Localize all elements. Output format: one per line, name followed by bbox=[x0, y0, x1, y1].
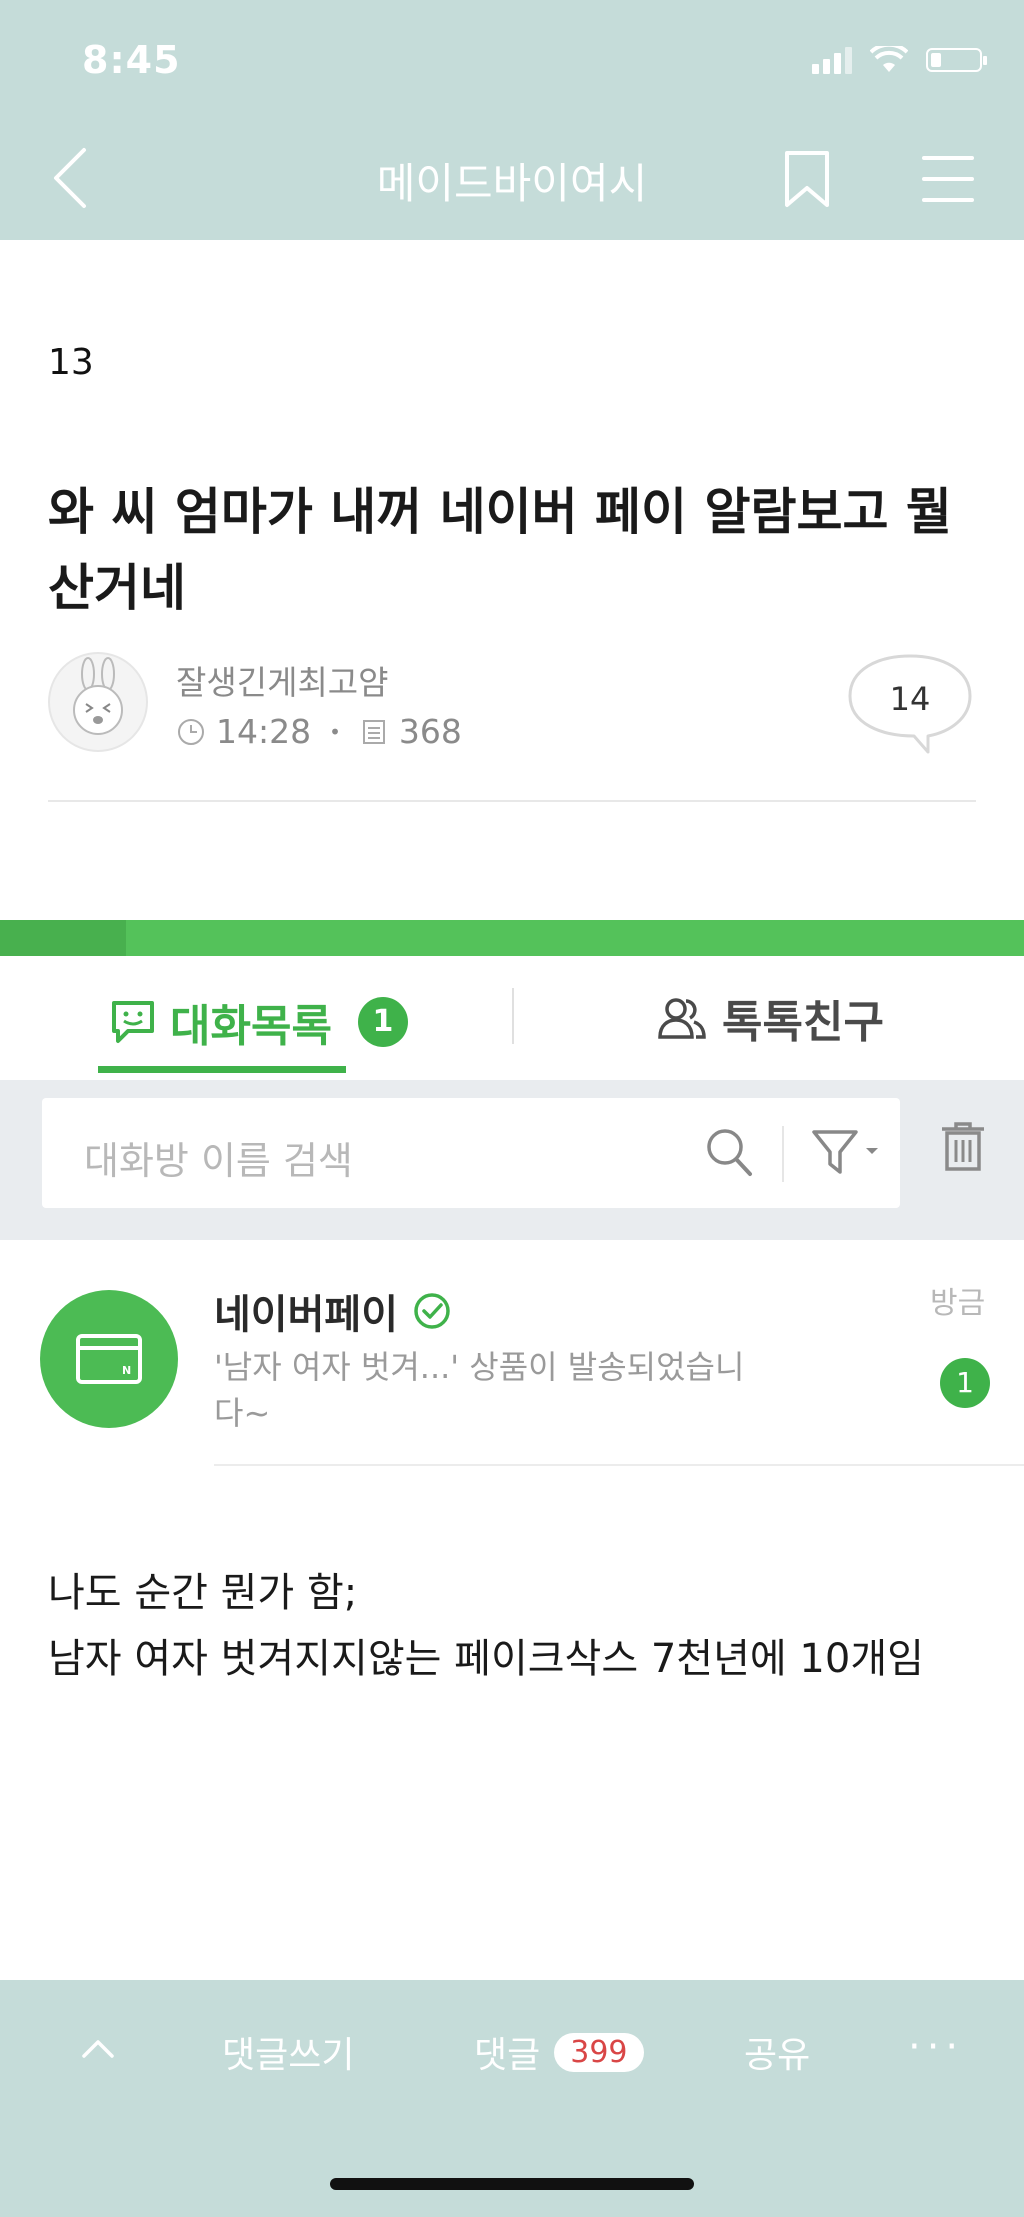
friends-icon bbox=[658, 998, 706, 1039]
search-icon bbox=[707, 1129, 752, 1176]
naverpay-avatar: N bbox=[40, 1290, 178, 1428]
chevron-up-icon[interactable] bbox=[78, 2032, 118, 2062]
comment-count-bubble[interactable]: 14 bbox=[846, 680, 974, 718]
author-name[interactable]: 잘생긴게최고얌 bbox=[176, 656, 389, 704]
home-indicator[interactable] bbox=[330, 2178, 694, 2190]
rabbit-avatar-icon bbox=[73, 657, 123, 735]
card-icon: N bbox=[76, 1334, 142, 1384]
comments-button[interactable]: 댓글 399 bbox=[474, 2026, 644, 2078]
post-number: 13 bbox=[48, 342, 94, 383]
search-placeholder: 대화방 이름 검색 bbox=[84, 1139, 353, 1183]
status-time: 8:45 bbox=[82, 38, 181, 82]
author-avatar[interactable] bbox=[48, 652, 148, 752]
search-separator bbox=[782, 1126, 784, 1182]
chat-name-label: 네이버페이 bbox=[214, 1292, 398, 1338]
verified-icon bbox=[414, 1293, 450, 1329]
chat-search-box: 대화방 이름 검색 bbox=[42, 1098, 900, 1208]
comments-count-badge: 399 bbox=[554, 2032, 644, 2072]
wifi-icon bbox=[870, 46, 908, 72]
document-icon bbox=[362, 719, 385, 744]
status-icons bbox=[812, 46, 987, 74]
nav-title: 메이드바이여시 bbox=[376, 159, 648, 208]
tab-chats-badge: 1 bbox=[357, 997, 408, 1047]
post-title: 와 씨 엄마가 내꺼 네이버 페이 알람보고 뭘 산거네 bbox=[48, 483, 952, 617]
embedded-screenshot: 대화목록 1 톡톡친구 대화방 이름 검색 N 네이버페이 '남자 여자 벗겨.… bbox=[0, 920, 1024, 1500]
green-header-bar bbox=[0, 920, 1024, 956]
post-meta: 14:28 • 368 bbox=[176, 712, 462, 751]
comments-label: 댓글 bbox=[474, 2035, 541, 2076]
tab-friends-label: 톡톡친구 bbox=[722, 997, 884, 1048]
chat-message: '남자 여자 벗겨...' 상품이 발송되었습니다~ bbox=[214, 1348, 745, 1432]
chat-unread-badge: 1 bbox=[940, 1358, 990, 1408]
body-line-2: 남자 여자 벗겨지지않는 페이크삭스 7천년에 10개임 bbox=[48, 1636, 924, 1682]
tab-chats-label: 대화목록 bbox=[170, 1001, 332, 1052]
post-time: 14:28 bbox=[216, 712, 312, 751]
share-button[interactable]: 공유 bbox=[744, 2026, 810, 2078]
menu-icon[interactable] bbox=[922, 156, 974, 202]
chat-icon bbox=[112, 1001, 154, 1043]
tab-chats: 대화목록 1 bbox=[110, 990, 408, 1054]
chat-name: 네이버페이 bbox=[214, 1282, 452, 1340]
trash-icon bbox=[942, 1122, 984, 1171]
tab-separator bbox=[512, 988, 514, 1044]
body-line-1: 나도 순간 뭔가 함; bbox=[48, 1570, 358, 1616]
post-body: 나도 순간 뭔가 함; 남자 여자 벗겨지지않는 페이크삭스 7천년에 10개임 bbox=[48, 1560, 988, 1692]
filter-icon bbox=[812, 1130, 878, 1174]
meta-separator: • bbox=[329, 719, 341, 744]
tab-friends: 톡톡친구 bbox=[656, 986, 884, 1050]
chat-divider bbox=[214, 1464, 1024, 1466]
more-button[interactable]: ··· bbox=[908, 2024, 964, 2070]
signal-icon bbox=[812, 46, 852, 74]
chat-time: 방금 bbox=[930, 1286, 986, 1321]
top-bar: 8:45 메이드바이여시 bbox=[0, 0, 1024, 240]
post-views: 368 bbox=[398, 712, 462, 751]
clock-icon bbox=[178, 718, 204, 745]
svg-text:N: N bbox=[122, 1364, 131, 1377]
battery-icon bbox=[926, 48, 987, 72]
header-divider bbox=[48, 800, 976, 802]
write-comment-button[interactable]: 댓글쓰기 bbox=[222, 2026, 354, 2078]
tab-active-underline bbox=[98, 1066, 346, 1073]
bookmark-icon[interactable] bbox=[784, 150, 830, 208]
